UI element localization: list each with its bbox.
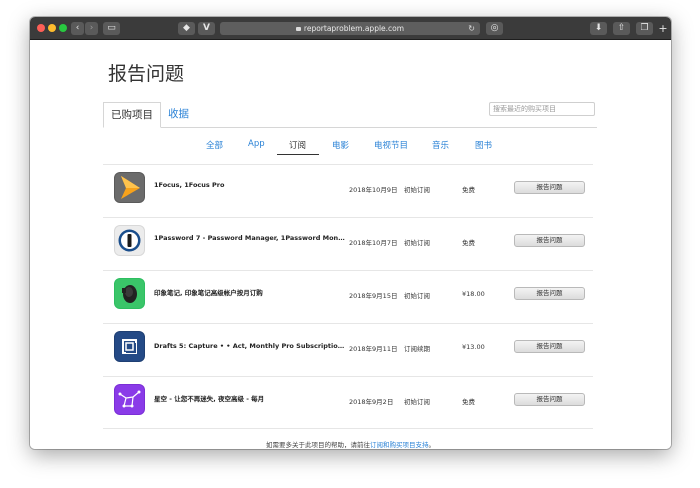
extension-v-icon[interactable]: V [198, 22, 215, 35]
help-footer: 如需要多关于此项目的帮助，请前往订阅和购买项目支持。 [30, 439, 671, 449]
item-name: 1Focus, 1Focus Pro [154, 181, 225, 189]
report-problem-button[interactable]: 报告问题 [514, 234, 585, 247]
item-price: 免费 [462, 398, 475, 406]
report-problem-button[interactable]: 报告问题 [514, 340, 585, 353]
item-date: 2018年9月2日 [349, 398, 394, 406]
report-problem-button[interactable]: 报告问题 [514, 287, 585, 300]
item-date: 2018年10月9日 [349, 186, 398, 194]
purchase-row: 1Password 7 - Password Manager, 1Passwor… [103, 217, 593, 269]
item-date: 2018年9月11日 [349, 345, 398, 353]
address-bar[interactable]: reportaproblem.apple.com ↻ [220, 22, 480, 35]
report-problem-button[interactable]: 报告问题 [514, 181, 585, 194]
browser-toolbar: ‹ › ▭ ◆ V reportaproblem.apple.com ↻ ◎ ⬇… [30, 17, 671, 40]
lock-icon [295, 27, 301, 31]
share-icon[interactable]: ⇧ [613, 22, 630, 35]
purchase-row: 1Focus, 1Focus Pro 2018年10月9日 初始订阅 免费 报告… [103, 164, 593, 216]
new-tab-button[interactable]: + [657, 22, 669, 35]
item-price: 免费 [462, 186, 475, 194]
purchase-row: 印象笔记, 印象笔记高级帐户按月订购 2018年9月15日 初始订阅 ¥18.0… [103, 270, 593, 322]
app-icon-evernote [114, 278, 145, 309]
list-bottom-divider [103, 428, 593, 429]
report-problem-button[interactable]: 报告问题 [514, 393, 585, 406]
extension-icon[interactable]: ◆ [178, 22, 195, 35]
item-type: 初始订阅 [404, 292, 430, 300]
url-text: reportaproblem.apple.com [303, 24, 405, 33]
category-music[interactable]: 音乐 [432, 139, 449, 151]
category-bar: 全部 App 订阅 电影 电视节目 音乐 图书 [30, 139, 671, 157]
subscription-support-link[interactable]: 订阅和购买项目支持 [370, 441, 429, 449]
item-price: ¥13.00 [462, 343, 485, 351]
item-name: Drafts 5: Capture • • Act, Monthly Pro S… [154, 342, 346, 350]
download-icon[interactable]: ⬇ [590, 22, 607, 35]
page-title: 报告问题 [108, 63, 185, 85]
tabs-overview-icon[interactable]: ❐ [636, 22, 653, 35]
browser-window: ‹ › ▭ ◆ V reportaproblem.apple.com ↻ ◎ ⬇… [30, 17, 671, 449]
app-icon-1focus [114, 172, 145, 203]
category-tv-shows[interactable]: 电视节目 [374, 139, 408, 151]
purchase-row: 星空 - 让您不再迷失, 夜空高级 - 每月 2018年9月2日 初始订阅 免费… [103, 376, 593, 428]
minimize-window-button[interactable] [48, 24, 56, 32]
category-books[interactable]: 图书 [475, 139, 492, 151]
purchase-row: Drafts 5: Capture • • Act, Monthly Pro S… [103, 323, 593, 375]
app-icon-drafts [114, 331, 145, 362]
item-date: 2018年9月15日 [349, 292, 398, 300]
footer-end: 。 [428, 441, 436, 449]
tab-purchased[interactable]: 已购项目 [103, 102, 161, 128]
close-window-button[interactable] [37, 24, 45, 32]
tab-receipts[interactable]: 收据 [168, 102, 189, 128]
app-icon-1password [114, 225, 145, 256]
item-type: 初始订阅 [404, 186, 430, 194]
reload-icon[interactable]: ↻ [468, 22, 475, 35]
item-name: 1Password 7 - Password Manager, 1Passwor… [154, 234, 346, 242]
item-price: ¥18.00 [462, 290, 485, 298]
footer-text: 如需要多关于此项目的帮助，请前往 [266, 441, 370, 449]
category-subscriptions[interactable]: 订阅 [289, 139, 306, 151]
category-all[interactable]: 全部 [206, 139, 223, 151]
zoom-window-button[interactable] [59, 24, 67, 32]
active-category-underline [277, 154, 319, 155]
app-icon-skyview [114, 384, 145, 415]
category-movies[interactable]: 电影 [332, 139, 349, 151]
page-content: 报告问题 已购项目 收据 搜索最近的购买项目 全部 App 订阅 电影 电视节目… [30, 41, 671, 449]
item-type: 初始订阅 [404, 239, 430, 247]
item-name: 印象笔记, 印象笔记高级帐户按月订购 [154, 289, 263, 297]
tab-divider [103, 127, 597, 128]
item-type: 订阅续期 [404, 345, 430, 353]
privacy-icon[interactable]: ◎ [486, 22, 503, 35]
back-button[interactable]: ‹ [71, 22, 84, 35]
sidebar-icon[interactable]: ▭ [103, 22, 120, 35]
forward-button[interactable]: › [85, 22, 98, 35]
item-price: 免费 [462, 239, 475, 247]
search-input[interactable]: 搜索最近的购买项目 [489, 102, 595, 116]
item-name: 星空 - 让您不再迷失, 夜空高级 - 每月 [154, 395, 265, 403]
item-date: 2018年10月7日 [349, 239, 398, 247]
item-type: 初始订阅 [404, 398, 430, 406]
category-app[interactable]: App [248, 139, 265, 149]
